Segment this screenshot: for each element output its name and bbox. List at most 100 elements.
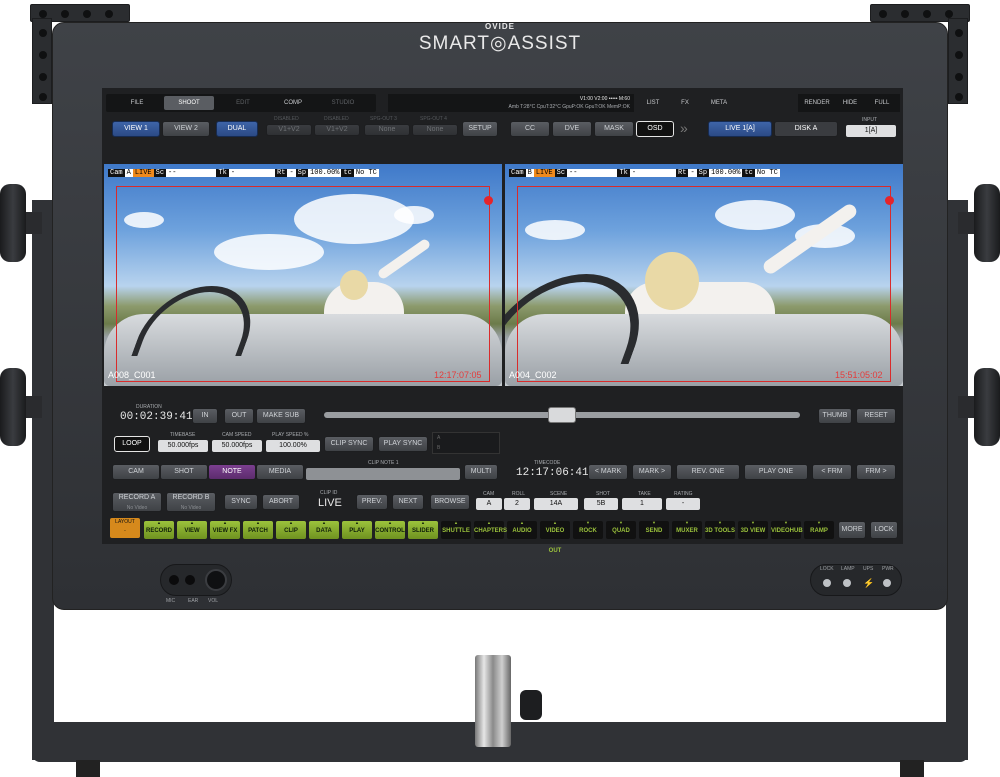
viewfx-tab[interactable]: VIEW FX — [210, 520, 240, 539]
camspeed-field[interactable]: 50.000fps — [212, 440, 262, 452]
menu-shoot[interactable]: SHOOT — [164, 96, 214, 110]
render-button[interactable]: RENDER — [802, 96, 832, 110]
playspeed-field[interactable]: 100.00% — [266, 440, 320, 452]
note-media-tab[interactable]: MEDIA — [256, 464, 304, 480]
knob-icon[interactable] — [0, 368, 26, 446]
clip-tab[interactable]: CLIP — [276, 520, 306, 539]
setup-button[interactable]: SETUP — [462, 121, 498, 137]
in-button[interactable]: IN — [192, 408, 218, 424]
slider-tab[interactable]: SLIDER — [408, 520, 438, 539]
prev-clip-button[interactable]: PREV. — [356, 494, 388, 510]
record-tab[interactable]: RECORD — [144, 520, 174, 539]
chapters-tab[interactable]: CHAPTERS — [474, 520, 507, 539]
mask-button[interactable]: MASK — [594, 121, 634, 137]
play-one-button[interactable]: PLAY ONE — [744, 464, 808, 480]
scrub-bar[interactable] — [324, 407, 800, 423]
sdi2-select[interactable]: V1+V2 — [314, 124, 360, 136]
menu-file[interactable]: FILE — [114, 96, 160, 110]
note-shot-tab[interactable]: SHOT — [160, 464, 208, 480]
frm-next-button[interactable]: FRM > — [856, 464, 896, 480]
record-b-button[interactable]: RECORD B No Video — [166, 492, 216, 512]
shuttle-tab[interactable]: SHUTTLE — [441, 520, 471, 539]
hide-button[interactable]: HIDE — [836, 96, 864, 110]
volume-knob-icon[interactable] — [205, 569, 227, 591]
sdi4-select[interactable]: None — [412, 124, 458, 136]
muxer-tab[interactable]: MUXER — [672, 520, 702, 539]
input-select[interactable]: 1[A] — [846, 125, 896, 137]
browse-button[interactable]: BROWSE — [430, 494, 470, 510]
frm-prev-button[interactable]: < FRM — [812, 464, 852, 480]
video-viewer-b[interactable]: Cam B LIVE Sc -- Tk - Rt - Sp 100.00% tc No TC A004_… — [505, 164, 903, 386]
shot-field[interactable]: 5B — [584, 498, 618, 510]
knob-icon[interactable] — [0, 184, 26, 262]
roll-field[interactable]: 2 — [504, 498, 530, 510]
full-button[interactable]: FULL — [868, 96, 896, 110]
playsync-button[interactable]: PLAY SYNC — [378, 436, 428, 452]
dve-button[interactable]: DVE — [552, 121, 592, 137]
rock-tab[interactable]: ROCK — [573, 520, 603, 539]
patch-tab[interactable]: PATCH — [243, 520, 273, 539]
timebase-field[interactable]: 50.000fps — [158, 440, 208, 452]
more-button[interactable]: MORE — [838, 521, 866, 539]
post-knob-icon[interactable] — [520, 690, 542, 720]
reset-button[interactable]: RESET — [856, 408, 896, 424]
sync-display: A B — [432, 432, 500, 454]
scrub-handle[interactable] — [548, 407, 576, 423]
3dtools-tab[interactable]: 3D TOOLS — [705, 520, 735, 539]
layout-button[interactable]: LAYOUT - — [110, 518, 140, 538]
menu-comp[interactable]: COMP — [268, 96, 318, 110]
rev-one-button[interactable]: REV. ONE — [676, 464, 740, 480]
loop-button[interactable]: LOOP — [114, 436, 150, 452]
ramp-tab[interactable]: RAMP — [804, 520, 834, 539]
control-tab[interactable]: CONTROL — [375, 520, 405, 539]
3dview-tab[interactable]: 3D VIEW — [738, 520, 768, 539]
view-tab[interactable]: VIEW — [177, 520, 207, 539]
menu-studio[interactable]: STUDIO — [318, 96, 368, 110]
sdi3-select[interactable]: None — [364, 124, 410, 136]
data-tab[interactable]: DATA — [309, 520, 339, 539]
lock-button[interactable]: LOCK — [870, 521, 898, 539]
multi-button[interactable]: MULTI — [464, 464, 498, 480]
play-tab[interactable]: PLAY — [342, 520, 372, 539]
sync-button[interactable]: SYNC — [224, 494, 258, 510]
scene-field[interactable]: 14A — [534, 498, 578, 510]
cc-button[interactable]: CC — [510, 121, 550, 137]
rating-field[interactable]: - — [666, 498, 700, 510]
knob-icon[interactable] — [974, 368, 1000, 446]
ups-bolt-icon: ⚡ — [863, 578, 875, 588]
note-cam-tab[interactable]: CAM — [112, 464, 160, 480]
menu-edit[interactable]: EDIT — [218, 96, 268, 110]
sdi1-select[interactable]: V1+V2 — [266, 124, 312, 136]
mark-prev-button[interactable]: < MARK — [588, 464, 628, 480]
clipsync-button[interactable]: CLIP SYNC — [324, 436, 374, 452]
clip-note-field[interactable] — [306, 468, 460, 480]
menu-fx[interactable]: FX — [672, 96, 698, 110]
quad-tab[interactable]: QUAD — [606, 520, 636, 539]
next-clip-button[interactable]: NEXT — [392, 494, 424, 510]
video-viewer-a[interactable]: Cam A LIVE Sc -- Tk - Rt - Sp 100.00% tc No TC A008_… — [104, 164, 502, 386]
osd-button[interactable]: OSD — [636, 121, 674, 137]
live1-button[interactable]: LIVE 1[A] — [708, 121, 772, 137]
diska-button[interactable]: DISK A — [774, 121, 838, 137]
pwr-label: PWR — [882, 566, 894, 572]
menu-list[interactable]: LIST — [640, 96, 666, 110]
videohub-tab[interactable]: VIDEOHUB — [771, 520, 803, 539]
cam-field[interactable]: A — [476, 498, 502, 510]
record-a-button[interactable]: RECORD A No Video — [112, 492, 162, 512]
view1-button[interactable]: VIEW 1 — [112, 121, 160, 137]
audio-tab[interactable]: AUDIO — [507, 520, 537, 539]
makesub-button[interactable]: MAKE SUB — [256, 408, 306, 424]
note-note-tab[interactable]: NOTE — [208, 464, 256, 480]
dual-button[interactable]: DUAL — [216, 121, 258, 137]
take-field[interactable]: 1 — [622, 498, 662, 510]
send-tab[interactable]: SEND — [639, 520, 669, 539]
menu-meta[interactable]: META — [704, 96, 734, 110]
abort-button[interactable]: ABORT — [262, 494, 300, 510]
mark-next-button[interactable]: MARK > — [632, 464, 672, 480]
knob-icon[interactable] — [974, 184, 1000, 262]
view2-button[interactable]: VIEW 2 — [162, 121, 210, 137]
videoout-tab[interactable]: VIDEO OUT — [540, 520, 570, 554]
out-button[interactable]: OUT — [224, 408, 254, 424]
thumb-button[interactable]: THUMB — [818, 408, 852, 424]
lamp-led-icon — [843, 579, 851, 587]
